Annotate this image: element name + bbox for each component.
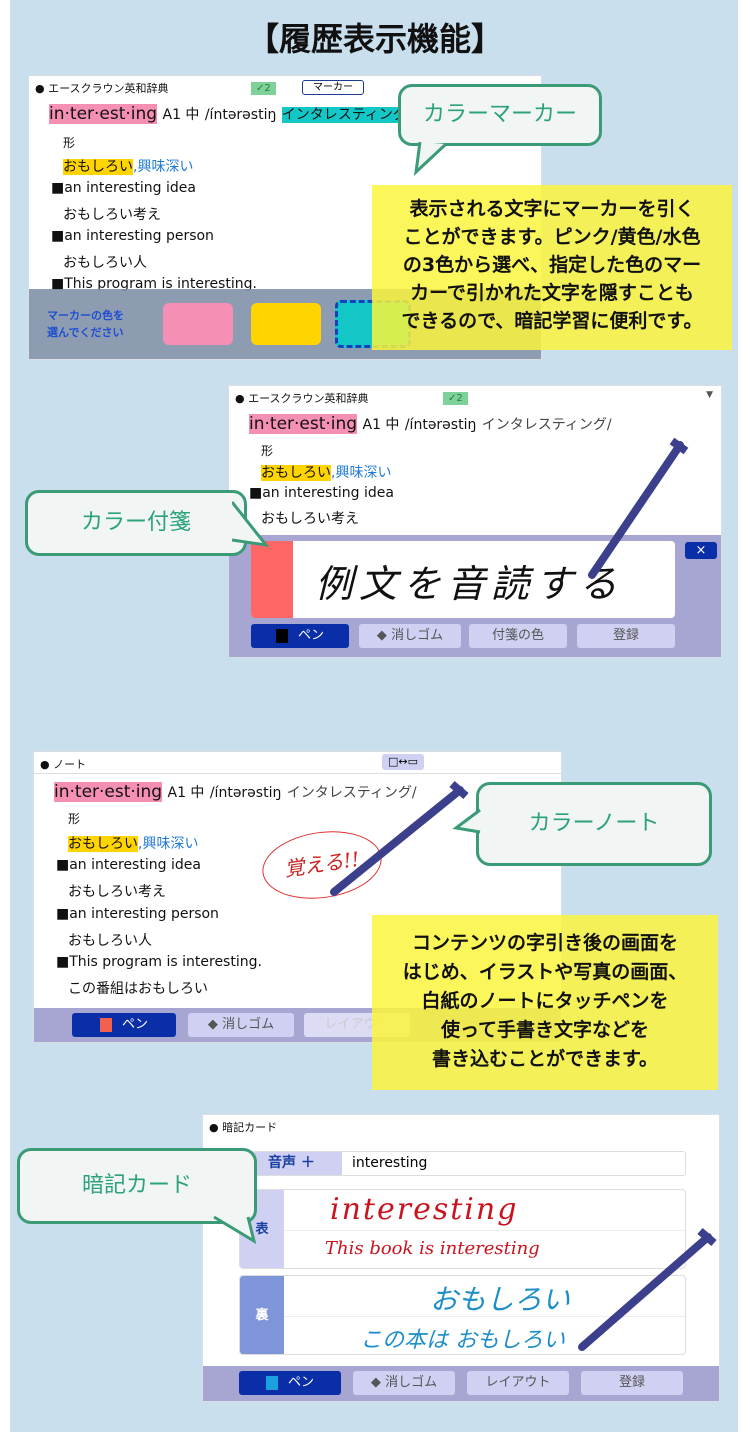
dropdown-icon[interactable]: ▼ — [706, 390, 713, 400]
stylus-pen-icon — [578, 1227, 717, 1351]
level-marks: A1 中 — [162, 107, 200, 123]
part-of-speech: 形 — [68, 812, 81, 826]
kana: インタレスティング/ — [481, 417, 612, 433]
pronunciation: /íntərəstiŋ — [209, 785, 282, 801]
card-toolbar: ペン ◆ 消しゴム レイアウト 登録 — [203, 1366, 719, 1401]
register-button[interactable]: 登録 — [581, 1371, 683, 1395]
stylus-pen-icon — [330, 780, 469, 896]
meaning: おもしろい — [63, 159, 133, 175]
meaning: ,興味深い — [138, 836, 199, 852]
callout-tail — [452, 808, 481, 834]
callout-color-note: カラーノート — [476, 782, 712, 866]
marker-description: 表示される文字にマーカーを引く ことができます。ピンク/黄色/水色 の3色から選… — [372, 185, 732, 350]
pink-swatch[interactable] — [163, 303, 233, 345]
back-label: 裏 — [240, 1276, 284, 1354]
audio-field: 音声 ＋ interesting — [239, 1151, 686, 1176]
part-of-speech: 形 — [63, 136, 76, 150]
callout-flashcard: 暗記カード — [17, 1148, 257, 1224]
eraser-button[interactable]: ◆ 消しゴム — [188, 1013, 294, 1037]
pen-color-swatch — [265, 1375, 278, 1390]
handwriting: おもしろい — [430, 1283, 571, 1316]
register-button[interactable]: 登録 — [577, 624, 675, 648]
layout-toggle-button[interactable]: □↔▭ — [382, 754, 425, 770]
pronunciation: /íntərəstiŋ — [204, 107, 277, 123]
level-marks: A1 中 — [362, 417, 400, 433]
example-translation: おもしろい人 — [63, 255, 147, 271]
headword: in·ter·est·ing — [49, 104, 158, 124]
note-color-strip — [251, 541, 293, 618]
kana: インタレスティング/ — [281, 107, 412, 123]
callout-tail — [213, 1215, 257, 1245]
example: ■an interesting idea — [56, 857, 201, 873]
check-badge: ✓2 — [251, 82, 276, 95]
layout-button[interactable]: レイアウト — [467, 1371, 569, 1395]
pen-color-swatch — [275, 628, 288, 643]
example: ■an interesting person — [56, 906, 219, 922]
pen-button[interactable]: ペン — [239, 1371, 341, 1395]
callout-tail — [413, 142, 448, 176]
entry-line: in·ter·est·ing A1 中 /íntərəstiŋ インタレスティン… — [49, 104, 412, 124]
pen-button[interactable]: ペン — [72, 1013, 176, 1037]
meaning: ,興味深い — [331, 465, 392, 481]
word-input[interactable]: interesting — [352, 1152, 427, 1175]
example-translation: おもしろい考え — [261, 511, 359, 527]
example: ■an interesting idea — [51, 180, 196, 196]
check-badge: ✓2 — [443, 392, 468, 405]
pen-color-swatch — [99, 1017, 112, 1032]
handwriting: interesting — [330, 1192, 519, 1227]
example-translation: この番組はおもしろい — [68, 981, 208, 997]
dict-name: ● エースクラウン英和辞典 — [35, 82, 169, 95]
example-translation: おもしろい人 — [68, 933, 152, 949]
meaning: おもしろい — [261, 465, 331, 481]
example: ■an interesting person — [51, 228, 214, 244]
note-color-button[interactable]: 付箋の色 — [469, 624, 567, 648]
handwriting: この本は おもしろい — [360, 1328, 565, 1353]
callout-color-marker: カラーマーカー — [398, 84, 602, 146]
level-marks: A1 中 — [167, 785, 205, 801]
example-translation: おもしろい考え — [63, 207, 161, 223]
callout-color-sticky: カラー付箋 — [25, 490, 247, 556]
stylus-pen-icon — [588, 437, 689, 579]
headword: in·ter·est·ing — [54, 782, 163, 802]
divider — [34, 773, 561, 774]
example-translation: おもしろい考え — [68, 884, 166, 900]
eraser-button[interactable]: ◆ 消しゴム — [359, 624, 461, 648]
meaning: ,興味深い — [133, 159, 194, 175]
meaning: おもしろい — [68, 836, 138, 852]
card-header: ● 暗記カード — [209, 1121, 278, 1134]
pen-button[interactable]: ペン — [251, 624, 349, 648]
dict-name: ● エースクラウン英和辞典 — [235, 392, 369, 405]
note-description: コンテンツの字引き後の画面を はじめ、イラストや写真の画面、 白紙のノートにタッ… — [372, 915, 718, 1090]
handwriting: This book is interesting — [325, 1238, 540, 1259]
part-of-speech: 形 — [261, 444, 274, 458]
marker-button[interactable]: マーカー — [302, 80, 364, 95]
example: ■This program is interesting. — [56, 954, 262, 970]
handwriting: 例文を音読する — [315, 562, 624, 606]
note-header: ● ノート — [40, 758, 87, 771]
pronunciation: /íntərəstiŋ — [404, 417, 477, 433]
yellow-swatch[interactable] — [251, 303, 321, 345]
callout-tail — [232, 501, 270, 548]
page-title: 【履歴表示機能】 — [246, 20, 503, 58]
eraser-button[interactable]: ◆ 消しゴム — [353, 1371, 455, 1395]
headword: in·ter·est·ing — [249, 414, 358, 434]
marker-prompt: マーカーの色を 選んでください — [47, 309, 124, 339]
